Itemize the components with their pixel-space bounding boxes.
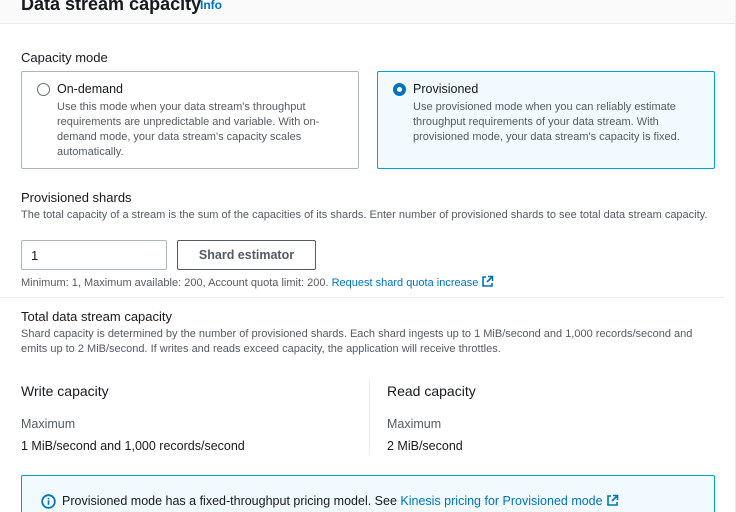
external-link-icon <box>606 494 618 506</box>
provisioned-shards-label: Provisioned shards <box>21 190 132 205</box>
on-demand-title: On-demand <box>57 82 124 96</box>
shard-estimator-button[interactable]: Shard estimator <box>177 240 316 270</box>
write-capacity-title: Write capacity <box>21 383 109 399</box>
kinesis-pricing-link[interactable]: Kinesis pricing for Provisioned mode <box>400 494 618 508</box>
capacity-mode-on-demand-tile[interactable]: On-demand Use this mode when your data s… <box>21 71 359 169</box>
pricing-info-message: Provisioned mode has a fixed-throughput … <box>62 494 397 508</box>
section-divider <box>0 297 724 298</box>
provisioned-radio[interactable] <box>393 83 406 96</box>
provisioned-shards-input[interactable] <box>21 240 167 270</box>
request-quota-link[interactable]: Request shard quota increase <box>331 275 495 289</box>
read-capacity-title: Read capacity <box>387 383 476 399</box>
pricing-info-text: Provisioned mode has a fixed-throughput … <box>62 494 619 508</box>
kinesis-pricing-link-text: Kinesis pricing for Provisioned mode <box>400 494 603 508</box>
on-demand-description: Use this mode when your data stream's th… <box>57 101 320 158</box>
read-capacity-value: 2 MiB/second <box>387 439 463 453</box>
request-quota-link-text: Request shard quota increase <box>331 277 479 289</box>
total-capacity-description: Shard capacity is determined by the numb… <box>21 328 693 355</box>
total-capacity-label: Total data stream capacity <box>21 309 173 324</box>
shards-hint: Minimum: 1, Maximum available: 200, Acco… <box>21 275 494 289</box>
info-link[interactable]: Info <box>200 0 222 12</box>
provisioned-shards-description: The total capacity of a stream is the su… <box>21 209 708 221</box>
section-header: Data stream capacity Info <box>0 0 736 24</box>
capacity-mode-provisioned-tile[interactable]: Provisioned Use provisioned mode when yo… <box>377 71 715 169</box>
provisioned-description: Use provisioned mode when you can reliab… <box>413 101 680 143</box>
on-demand-radio[interactable] <box>37 83 50 96</box>
external-link-icon <box>482 275 494 287</box>
read-capacity-key: Maximum <box>387 417 442 431</box>
shards-hint-text: Minimum: 1, Maximum available: 200, Acco… <box>21 277 329 289</box>
info-circle-icon <box>41 494 56 509</box>
capacity-mode-label: Capacity mode <box>21 50 108 65</box>
pricing-info-alert: Provisioned mode has a fixed-throughput … <box>21 475 715 512</box>
capacity-column-divider <box>369 379 370 455</box>
write-capacity-value: 1 MiB/second and 1,000 records/second <box>21 439 245 453</box>
section-title: Data stream capacity <box>21 0 202 14</box>
provisioned-title: Provisioned <box>413 82 479 96</box>
write-capacity-key: Maximum <box>21 417 76 431</box>
